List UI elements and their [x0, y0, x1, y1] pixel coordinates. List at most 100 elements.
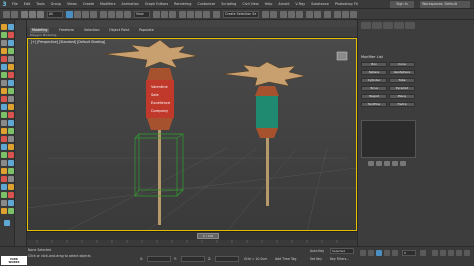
geometry-icon[interactable] — [1, 48, 7, 54]
menu-file[interactable]: File — [9, 2, 21, 6]
go-to-start-icon[interactable] — [360, 250, 366, 256]
create-hedra-button[interactable]: Hedra — [389, 102, 415, 107]
line-tool-icon[interactable] — [1, 120, 7, 126]
render-production-icon[interactable] — [350, 11, 357, 18]
edit-named-sets-icon[interactable] — [213, 11, 220, 18]
snaps-toggle-icon[interactable] — [179, 11, 186, 18]
modifier-stack-list[interactable] — [361, 120, 416, 158]
maximize-viewport-icon[interactable] — [464, 250, 470, 256]
bind-space-warp-icon[interactable] — [37, 11, 44, 18]
create-plane-button[interactable]: Plane — [389, 94, 415, 99]
schematic-view-icon[interactable] — [314, 11, 321, 18]
link-icon[interactable] — [21, 11, 28, 18]
remove-modifier-icon[interactable] — [392, 161, 398, 166]
orbit-icon[interactable] — [456, 250, 462, 256]
circle-tool-icon[interactable] — [8, 120, 14, 126]
menu-edit[interactable]: Edit — [21, 2, 34, 6]
create-tab-icon[interactable] — [361, 22, 371, 29]
utilities-icon[interactable] — [8, 40, 14, 46]
time-slider-bar[interactable]: 0 / 100 — [27, 231, 357, 240]
tab-populate[interactable]: Populate — [137, 28, 156, 33]
next-frame-icon[interactable] — [384, 250, 390, 256]
tab-selection[interactable]: Selection — [82, 28, 102, 33]
geosphere-tool-icon[interactable] — [1, 112, 7, 118]
curve-editor-icon[interactable] — [306, 11, 313, 18]
reference-coordinate-dropdown[interactable]: View — [134, 11, 150, 18]
create-tube-button[interactable]: Tube — [389, 78, 415, 83]
time-slider-handle[interactable]: 0 / 100 — [197, 233, 219, 239]
mirror-icon[interactable] — [262, 11, 269, 18]
lantern-left[interactable] — [104, 39, 198, 225]
modify-icon[interactable] — [8, 24, 14, 30]
pin-stack-icon[interactable] — [368, 161, 374, 166]
pan-view-icon[interactable] — [448, 250, 454, 256]
helix-tool-icon[interactable] — [8, 136, 14, 142]
teapot-tool-icon[interactable] — [8, 88, 14, 94]
show-end-result-icon[interactable] — [376, 161, 382, 166]
tape-helper-icon[interactable] — [1, 184, 7, 190]
tube-tool-icon[interactable] — [1, 104, 7, 110]
set-key-button[interactable]: Set Key — [310, 257, 322, 261]
lights-icon[interactable] — [1, 56, 7, 62]
tab-freeform[interactable]: Freeform — [57, 28, 76, 33]
menu-civil-view[interactable]: Civil View — [239, 2, 261, 6]
play-icon[interactable] — [376, 250, 382, 256]
window-crossing-icon[interactable] — [90, 11, 97, 18]
point-helper-icon[interactable] — [8, 176, 14, 182]
dummy-helper-icon[interactable] — [1, 176, 7, 182]
menu-photoshop-fx[interactable]: Photoshop FX — [332, 2, 361, 6]
workspace-dropdown[interactable]: Workspaces: Default — [420, 1, 470, 8]
create-geosphere-button[interactable]: GeoSphere — [389, 70, 415, 75]
ellipse-tool-icon[interactable] — [1, 144, 7, 150]
menu-graph-editors[interactable]: Graph Editors — [142, 2, 171, 6]
space-warps-icon[interactable] — [8, 64, 14, 70]
align-icon[interactable] — [270, 11, 277, 18]
target-camera-icon[interactable] — [1, 168, 7, 174]
free-camera-icon[interactable] — [8, 168, 14, 174]
app-logo-icon[interactable]: 3 — [0, 0, 9, 9]
menu-modifiers[interactable]: Modifiers — [97, 2, 118, 6]
twist-modifier-icon[interactable] — [8, 192, 14, 198]
rectangle-tool-icon[interactable] — [8, 144, 14, 150]
section-tool-icon[interactable] — [8, 152, 14, 158]
spot-light-icon[interactable] — [8, 160, 14, 166]
systems-icon[interactable] — [1, 72, 7, 78]
percent-snap-icon[interactable] — [195, 11, 202, 18]
cylinder-tool-icon[interactable] — [8, 80, 14, 86]
viewcube-icon[interactable] — [336, 51, 348, 61]
menu-rendering[interactable]: Rendering — [171, 2, 194, 6]
select-manipulate-icon[interactable] — [161, 11, 168, 18]
menu-scripting[interactable]: Scripting — [218, 2, 239, 6]
plane-tool-icon[interactable] — [1, 96, 7, 102]
redo-icon[interactable] — [11, 11, 18, 18]
angle-snap-icon[interactable] — [187, 11, 194, 18]
menu-create[interactable]: Create — [80, 2, 97, 6]
noise-modifier-icon[interactable] — [8, 200, 14, 206]
zoom-region-icon[interactable] — [440, 250, 446, 256]
configure-modifier-sets-icon[interactable] — [400, 161, 406, 166]
z-coordinate-field[interactable] — [215, 256, 239, 262]
modify-tab-icon[interactable] — [372, 22, 382, 29]
helpers-icon[interactable] — [1, 64, 7, 70]
ngon-tool-icon[interactable] — [8, 128, 14, 134]
spinner-snap-icon[interactable] — [203, 11, 210, 18]
hierarchy-tab-icon[interactable] — [383, 22, 393, 29]
create-cylinder-button[interactable]: Cylinder — [361, 78, 387, 83]
torus-tool-icon[interactable] — [1, 88, 7, 94]
auto-key-button[interactable]: Auto Key — [310, 249, 324, 253]
cameras-icon[interactable] — [8, 56, 14, 62]
bend-modifier-icon[interactable] — [1, 192, 7, 198]
menu-tools[interactable]: Tools — [33, 2, 47, 6]
create-cone-button[interactable]: Cone — [389, 62, 415, 67]
taper-modifier-icon[interactable] — [1, 200, 7, 206]
place-icon[interactable] — [124, 11, 131, 18]
time-config-icon[interactable] — [420, 250, 426, 256]
layer-explorer-icon[interactable] — [288, 11, 295, 18]
create-pyramid-button[interactable]: Pyramid — [389, 86, 415, 91]
current-frame-field[interactable]: 0 — [402, 250, 416, 256]
menu-views[interactable]: Views — [64, 2, 80, 6]
render-setup-icon[interactable] — [334, 11, 341, 18]
menu-vray[interactable]: V-Ray — [292, 2, 308, 6]
display-icon[interactable] — [1, 40, 7, 46]
named-selection-set-input[interactable]: Create Selection Se — [223, 11, 259, 18]
